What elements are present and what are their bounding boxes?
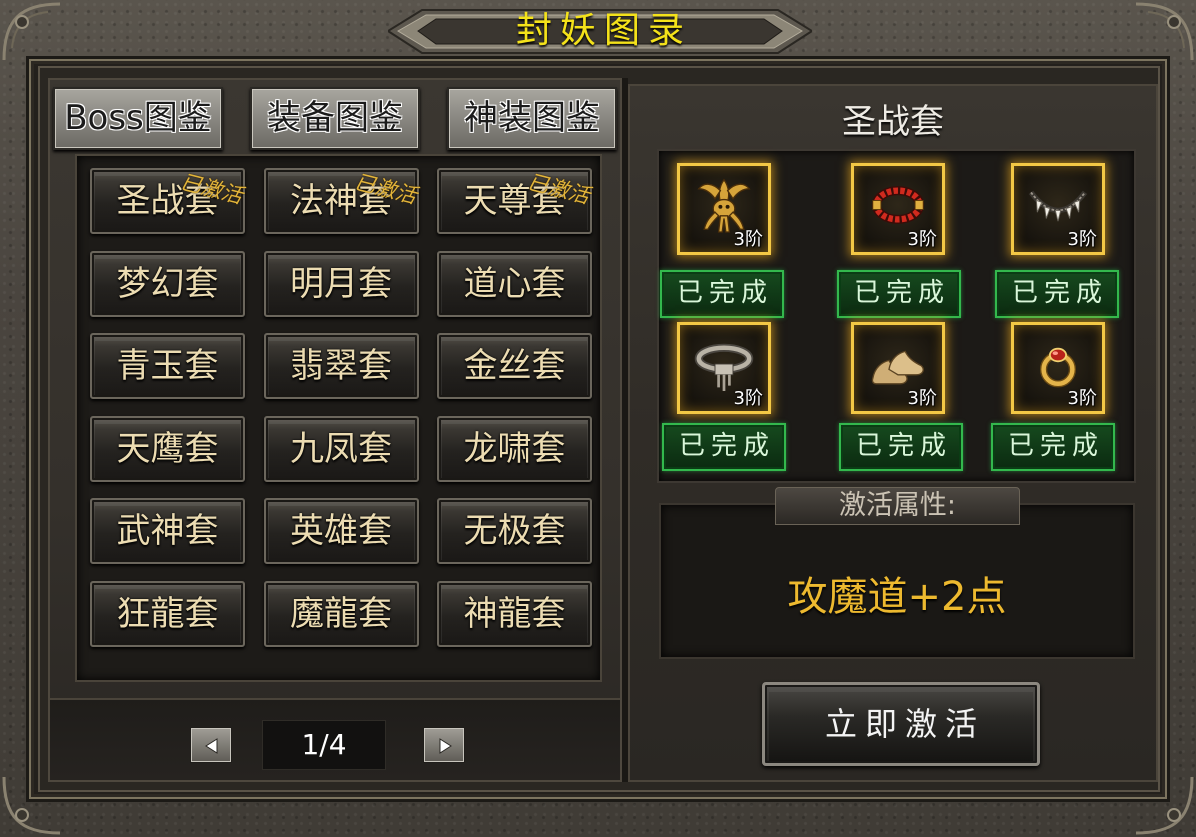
- set-button-label: 龙啸套: [463, 428, 566, 469]
- set-button[interactable]: 魔龍套: [263, 580, 419, 647]
- set-button-label: 九凤套: [290, 428, 392, 469]
- piece-slot[interactable]: 3阶: [677, 322, 771, 414]
- set-button-label: 翡翠套: [290, 346, 392, 386]
- tier-label: 3阶: [733, 229, 763, 250]
- tier-label: 3阶: [1067, 229, 1097, 250]
- tier-label: 3阶: [907, 388, 937, 409]
- set-button-label: 魔龍套: [290, 593, 392, 634]
- set-button[interactable]: 法神套 已激活: [263, 168, 419, 234]
- set-button[interactable]: 梦幻套: [90, 250, 245, 317]
- page-indicator: 1/4: [262, 720, 386, 770]
- set-button-label: 英雄套: [290, 511, 392, 551]
- set-button-label: 道心套: [463, 263, 566, 304]
- set-button-label: 明月套: [290, 263, 392, 304]
- set-button[interactable]: 英雄套: [263, 498, 419, 564]
- completed-status-button[interactable]: 已完成: [662, 423, 786, 471]
- set-button-label: 无极套: [463, 511, 566, 551]
- set-button[interactable]: 天鹰套: [90, 415, 245, 482]
- set-button-label: 神龍套: [463, 593, 566, 634]
- window-title: 封妖图录: [515, 10, 692, 51]
- set-button[interactable]: 武神套: [90, 498, 245, 564]
- completed-status-button[interactable]: 已完成: [839, 423, 963, 471]
- set-button-label: 天鹰套: [116, 428, 219, 469]
- set-button[interactable]: 金丝套: [437, 333, 592, 399]
- set-button[interactable]: 九凤套: [263, 415, 419, 482]
- set-button[interactable]: 翡翠套: [263, 333, 419, 399]
- next-page-button[interactable]: [423, 727, 465, 763]
- set-button[interactable]: 神龍套: [437, 580, 592, 647]
- attribute-value: 攻魔道+2点: [787, 574, 1007, 620]
- piece-slot[interactable]: 3阶: [1011, 163, 1105, 255]
- tab-divine-equipment-codex[interactable]: 神装图鉴: [447, 87, 617, 150]
- piece-slot[interactable]: 3阶: [851, 322, 945, 414]
- set-button-label: 狂龍套: [116, 593, 219, 634]
- piece-slot[interactable]: 3阶: [851, 163, 945, 255]
- set-button[interactable]: 青玉套: [90, 333, 245, 399]
- set-button[interactable]: 明月套: [263, 250, 419, 317]
- completed-status-button[interactable]: 已完成: [660, 270, 784, 318]
- set-button[interactable]: 无极套: [437, 498, 592, 564]
- prev-page-button[interactable]: [190, 727, 232, 763]
- triangle-right-icon: [439, 738, 452, 754]
- set-detail-title: 圣战套: [842, 102, 944, 142]
- piece-slot[interactable]: 3阶: [677, 163, 771, 255]
- tier-label: 3阶: [907, 229, 937, 250]
- completed-status-button[interactable]: 已完成: [991, 423, 1115, 471]
- set-button-label: 梦幻套: [116, 263, 219, 304]
- set-button[interactable]: 圣战套 已激活: [90, 168, 245, 234]
- activate-button[interactable]: 立即激活: [762, 682, 1040, 766]
- set-button[interactable]: 道心套: [437, 250, 592, 317]
- tab-equipment-codex[interactable]: 装备图鉴: [250, 87, 420, 150]
- set-button[interactable]: 天尊套 已激活: [437, 168, 592, 234]
- set-button[interactable]: 龙啸套: [437, 415, 592, 482]
- completed-status-button[interactable]: 已完成: [837, 270, 961, 318]
- set-grid: 圣战套 已激活 法神套 已激活 天尊套 已激活 梦幻套 明月套 道心套 青玉套 翡翠套…: [90, 168, 592, 647]
- set-button-label: 武神套: [116, 511, 219, 551]
- set-button-label: 青玉套: [116, 346, 219, 386]
- attributes-label: 激活属性:: [775, 487, 1020, 525]
- piece-slot[interactable]: 3阶: [1011, 322, 1105, 414]
- set-button[interactable]: 狂龍套: [90, 580, 245, 647]
- tier-label: 3阶: [733, 388, 763, 409]
- completed-status-button[interactable]: 已完成: [995, 270, 1119, 318]
- set-button-label: 金丝套: [463, 346, 566, 386]
- tier-label: 3阶: [1067, 388, 1097, 409]
- triangle-left-icon: [205, 738, 218, 754]
- tab-boss-codex[interactable]: Boss图鉴: [53, 87, 223, 150]
